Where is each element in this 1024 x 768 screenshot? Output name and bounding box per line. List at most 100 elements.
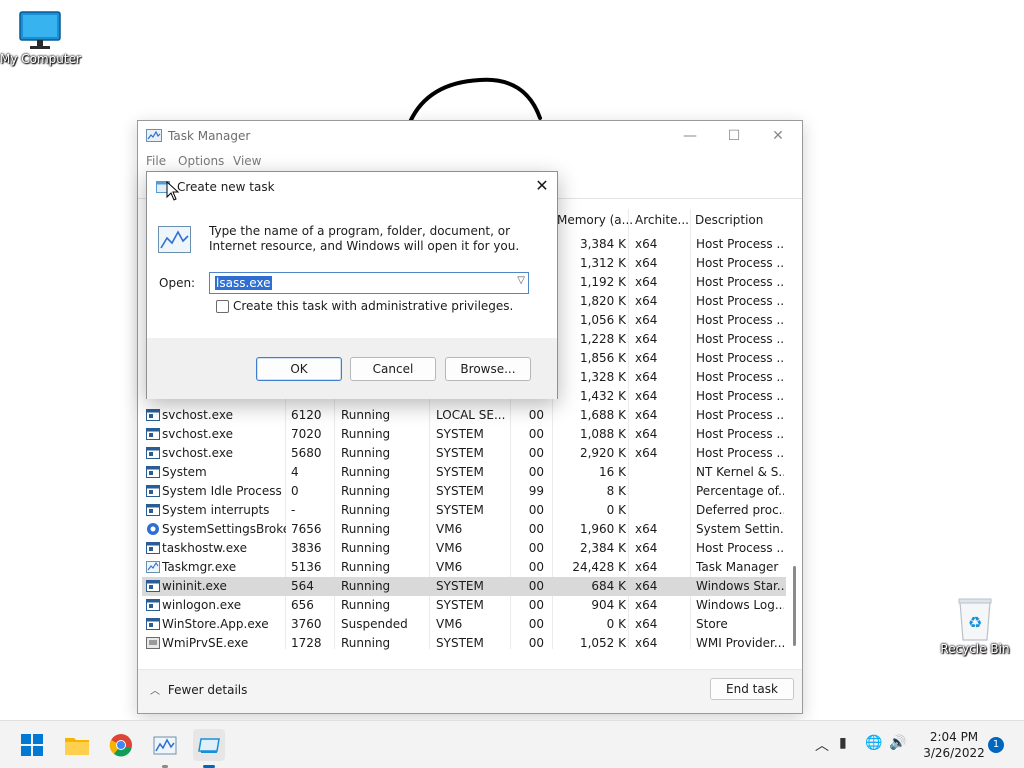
cell-memory: 1,856 K	[579, 351, 626, 365]
dialog-close-button[interactable]: ✕	[529, 175, 555, 199]
cell-pid: 0	[291, 484, 299, 498]
cell-desc: Store	[696, 617, 728, 631]
cell-memory: 8 K	[606, 484, 626, 498]
taskbar-run-dialog[interactable]	[193, 729, 225, 768]
cell-cpu: 00	[528, 522, 544, 536]
column-header-architecture[interactable]: Archite...	[635, 213, 689, 227]
cell-arch: x64	[635, 598, 658, 612]
menu-view[interactable]: View	[233, 154, 261, 168]
table-row[interactable]: svchost.exe 5680 Running SYSTEM 00 2,920 K x64…	[142, 444, 786, 463]
settings-gear-icon	[147, 523, 159, 535]
cell-pid: 4	[291, 465, 299, 479]
table-row[interactable]: svchost.exe 7020 Running SYSTEM 00 1,088 K x64…	[142, 425, 786, 444]
recycle-bin-label: Recycle Bin	[940, 642, 1010, 656]
cell-cpu: 00	[528, 465, 544, 479]
clock-time: 2:04 PM	[929, 730, 979, 744]
table-row[interactable]: wininit.exe 564 Running SYSTEM 00 684 K x64 Win…	[142, 577, 786, 596]
open-combobox[interactable]: lsass.exe ▽	[209, 272, 529, 294]
maximize-button[interactable]: ☐	[714, 127, 754, 149]
cell-name: svchost.exe	[162, 427, 233, 441]
taskbar-task-manager[interactable]	[149, 729, 181, 768]
table-row[interactable]: winlogon.exe 656 Running SYSTEM 00 904 K x64 Wi…	[142, 596, 786, 615]
table-row[interactable]: System 4 Running SYSTEM 00 16 K NT Kernel & S.…	[142, 463, 786, 482]
menu-options[interactable]: Options	[178, 154, 224, 168]
table-row[interactable]: System Idle Process 0 Running SYSTEM 99 8 K Pe…	[142, 482, 786, 501]
fewer-details-label: Fewer details	[167, 683, 248, 697]
task-manager-footer: ︿ Fewer details End task	[138, 669, 802, 713]
table-row[interactable]: SystemSettingsBroke... 7656 Running VM6 00 1,…	[142, 520, 786, 539]
ok-button[interactable]: OK	[256, 357, 342, 381]
cell-name: System Idle Process	[162, 484, 282, 498]
taskbar-chrome[interactable]	[105, 729, 137, 761]
close-button[interactable]: ✕	[758, 127, 798, 149]
cell-name: taskhostw.exe	[162, 541, 247, 555]
cell-desc: Windows Log...	[696, 598, 784, 612]
table-row[interactable]: taskhostw.exe 3836 Running VM6 00 2,384 K x64 H…	[142, 539, 786, 558]
network-globe-icon[interactable]: 🌐	[865, 735, 882, 751]
scrollbar-thumb[interactable]	[793, 566, 796, 646]
cell-pid: 5136	[291, 560, 322, 574]
cell-pid: 7020	[291, 427, 322, 441]
cell-memory: 1,056 K	[579, 313, 626, 327]
cell-arch: x64	[635, 294, 658, 308]
chevron-up-icon[interactable]: ︿	[815, 735, 829, 755]
system-clock[interactable]: 2:04 PM 3/26/2022	[916, 729, 992, 761]
cell-desc: NT Kernel & S...	[696, 465, 784, 479]
cell-user: SYSTEM	[436, 427, 484, 441]
cell-status: Running	[341, 427, 391, 441]
notification-badge[interactable]: 1	[988, 737, 1004, 753]
recycle-bin-desktop-icon[interactable]: ♻ Recycle Bin	[935, 596, 1015, 656]
cell-user: SYSTEM	[436, 579, 484, 593]
monitor-icon	[19, 11, 61, 49]
cell-memory: 1,192 K	[579, 275, 626, 289]
process-icon	[146, 542, 160, 554]
create-new-task-dialog: Create new task ✕ Type the name of a pro…	[146, 171, 558, 399]
vertical-scrollbar[interactable]	[788, 211, 800, 651]
cell-memory: 1,688 K	[579, 408, 626, 422]
cell-desc: Host Process ...	[696, 427, 784, 441]
process-icon	[146, 466, 160, 478]
cell-desc: WMI Provider...	[696, 636, 784, 650]
notification-flag-icon[interactable]: ▮	[839, 735, 847, 751]
column-header-description[interactable]: Description	[695, 213, 763, 227]
cell-status: Running	[341, 598, 391, 612]
cell-desc: Host Process ...	[696, 541, 784, 555]
cell-user: SYSTEM	[436, 503, 484, 517]
admin-privileges-label[interactable]: Create this task with administrative pri…	[233, 299, 513, 313]
fewer-details-toggle[interactable]: ︿ Fewer details	[150, 682, 247, 697]
end-task-button[interactable]: End task	[710, 678, 794, 700]
cell-cpu: 00	[528, 598, 544, 612]
cell-memory: 24,428 K	[572, 560, 626, 574]
dialog-title-bar[interactable]: Create new task ✕	[147, 172, 557, 202]
taskbar-file-explorer[interactable]	[61, 729, 93, 761]
cell-name: Taskmgr.exe	[162, 560, 237, 574]
menu-file[interactable]: File	[146, 154, 166, 168]
browse-button[interactable]: Browse...	[445, 357, 531, 381]
my-computer-desktop-icon[interactable]: My Computer	[0, 10, 81, 66]
table-row[interactable]: System interrupts - Running SYSTEM 00 0 K Defe…	[142, 501, 786, 520]
cancel-button[interactable]: Cancel	[350, 357, 436, 381]
cell-desc: Host Process ...	[696, 446, 784, 460]
column-header-memory[interactable]: Memory (a...	[557, 213, 633, 227]
cell-desc: Host Process ...	[696, 370, 784, 384]
cell-arch: x64	[635, 313, 658, 327]
cell-status: Running	[341, 541, 391, 555]
task-manager-icon	[158, 226, 191, 253]
cell-user: SYSTEM	[436, 465, 484, 479]
chevron-down-icon[interactable]: ▽	[517, 275, 525, 286]
dialog-button-bar: OK Cancel Browse...	[147, 338, 557, 399]
table-row[interactable]: WmiPrvSE.exe 1728 Running SYSTEM 00 1,052 K x6…	[142, 634, 786, 653]
cell-cpu: 00	[528, 617, 544, 631]
table-row[interactable]: svchost.exe 6120 Running LOCAL SE... 00 1,688…	[142, 406, 786, 425]
start-button[interactable]	[16, 729, 48, 761]
speaker-icon[interactable]: 🔊	[889, 735, 906, 751]
cell-status: Running	[341, 465, 391, 479]
minimize-button[interactable]: —	[670, 127, 710, 149]
cell-desc: Percentage of...	[696, 484, 784, 498]
table-row[interactable]: WinStore.App.exe 3760 Suspended VM6 00 0 K x64…	[142, 615, 786, 634]
admin-privileges-checkbox[interactable]	[216, 300, 229, 313]
open-input-value[interactable]: lsass.exe	[215, 276, 272, 290]
recycle-bin-icon: ♻	[958, 598, 992, 641]
table-row[interactable]: Taskmgr.exe 5136 Running VM6 00 24,428 K x64 Ta…	[142, 558, 786, 577]
task-manager-title-bar[interactable]: Task Manager — ☐ ✕	[138, 121, 802, 151]
